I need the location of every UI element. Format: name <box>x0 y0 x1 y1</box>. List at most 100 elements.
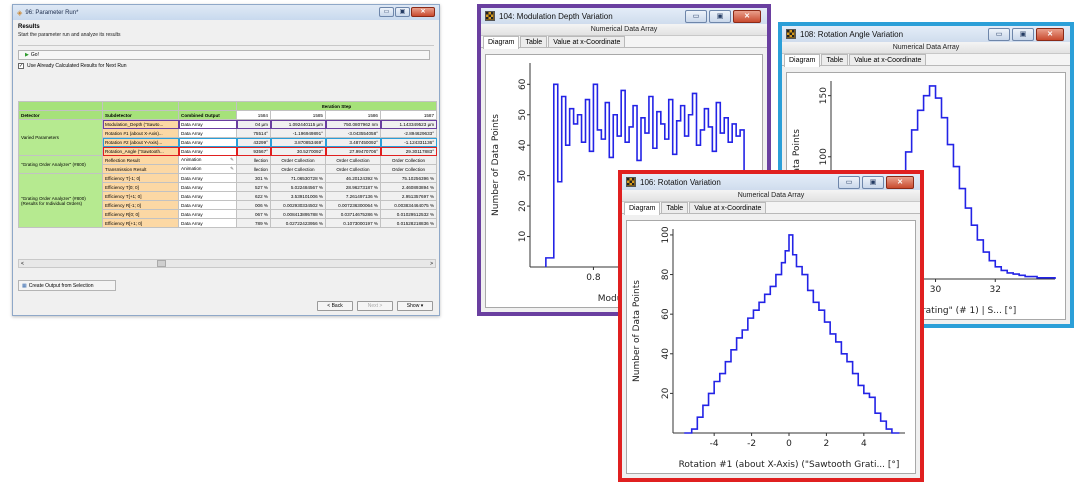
value-cell[interactable]: 622 % <box>236 191 271 201</box>
tab-diagram[interactable]: Diagram <box>483 36 520 49</box>
value-cell[interactable]: -1.124331136° <box>379 137 438 147</box>
combined-output-cell[interactable]: Data Array <box>178 146 237 156</box>
value-cell[interactable]: 3.539101006 % <box>270 191 326 201</box>
value-cell[interactable]: Order Collection <box>379 164 438 174</box>
value-cell[interactable]: 46.20124392 % <box>325 173 381 183</box>
value-cell[interactable]: 301 % <box>236 173 271 183</box>
minimize-button[interactable]: ▭ <box>379 7 394 17</box>
scrollbar-thumb[interactable] <box>157 260 166 267</box>
step-column-header[interactable]: 1585 <box>270 110 326 120</box>
reuse-results-checkbox[interactable]: ✓ <box>18 63 24 69</box>
value-cell[interactable]: 71.06530728 % <box>270 173 326 183</box>
maximize-button[interactable]: ▣ <box>395 7 410 17</box>
subdetector-cell[interactable]: Efficiency T[-1; 0] <box>102 173 179 183</box>
value-cell[interactable]: 0.002930334502 % <box>270 200 326 210</box>
tab-diagram[interactable]: Diagram <box>784 54 821 67</box>
combined-output-cell[interactable]: Data Array <box>178 200 237 210</box>
step-column-header[interactable]: 1584 <box>236 110 271 120</box>
subdetector-cell[interactable]: Rotation #2 (about Y-Axis)... <box>102 137 179 147</box>
subdetector-cell[interactable]: Rotation_Angle ("Sawtooth... <box>102 146 179 156</box>
subdetector-cell[interactable]: Reflection Result <box>102 155 179 165</box>
value-cell[interactable]: 006 % <box>236 200 271 210</box>
combined-output-cell[interactable]: Data Array <box>178 209 237 219</box>
tab-value-at-x[interactable]: Value at x-Coordinate <box>849 54 927 65</box>
value-cell[interactable]: 789 % <box>236 218 271 228</box>
table-row[interactable]: "Grating Order Analyzer" (#800) Reflecti… <box>18 155 438 174</box>
value-cell[interactable]: 75514° <box>236 128 271 138</box>
value-cell[interactable]: 0.007236300064 % <box>325 200 381 210</box>
detector-column-header[interactable]: Detector <box>18 110 103 120</box>
combined-output-cell[interactable]: Data Array <box>178 191 237 201</box>
subdetector-cell[interactable]: Efficiency R[+1; 0] <box>102 218 179 228</box>
value-cell[interactable]: 0.03714675286 % <box>325 209 381 219</box>
combined-output-dropdown[interactable]: Animation ✎ <box>178 164 237 174</box>
combined-output-cell[interactable]: Data Array <box>178 119 237 129</box>
value-cell[interactable]: -1.196949891° <box>270 128 326 138</box>
back-button[interactable]: < Back <box>317 301 353 311</box>
value-cell[interactable]: 1.143349523 µm <box>379 119 438 129</box>
value-cell[interactable]: Order Collection <box>270 155 326 165</box>
value-cell[interactable]: 93567° <box>236 146 271 156</box>
value-cell[interactable]: 30.5270092° <box>270 146 326 156</box>
tab-value-at-x[interactable]: Value at x-Coordinate <box>689 202 767 213</box>
value-cell[interactable]: -2.894629633° <box>379 128 438 138</box>
value-cell[interactable]: 3.487450092° <box>325 137 381 147</box>
value-cell[interactable]: 0.02722423956 % <box>270 218 326 228</box>
value-cell[interactable]: 0.01029512532 % <box>379 209 438 219</box>
maximize-button[interactable]: ▣ <box>709 9 731 23</box>
value-cell[interactable]: 29.30117883° <box>379 146 438 156</box>
step-column-header[interactable]: 1587 <box>379 110 438 120</box>
combined-output-cell[interactable]: Data Array <box>178 218 237 228</box>
rotation-angle-window-titlebar[interactable]: 108: Rotation Angle Variation ▭ ▣ ✕ <box>782 26 1070 42</box>
tab-value-at-x[interactable]: Value at x-Coordinate <box>548 36 626 47</box>
value-cell[interactable]: 527 % <box>236 182 271 192</box>
value-cell[interactable]: 2.460893894 % <box>379 182 438 192</box>
value-cell[interactable]: Order Collection <box>379 155 438 165</box>
tab-table[interactable]: Table <box>661 202 689 213</box>
combined-output-cell[interactable]: Data Array <box>178 182 237 192</box>
value-cell[interactable]: 0.01528218836 % <box>379 218 438 228</box>
value-cell[interactable]: 28.96273187 % <box>325 182 381 192</box>
minimize-button[interactable]: ▭ <box>685 9 707 23</box>
subdetector-column-header[interactable]: Subdetector <box>102 110 179 120</box>
combined-output-dropdown[interactable]: Animation ✎ <box>178 155 237 165</box>
minimize-button[interactable]: ▭ <box>988 27 1010 41</box>
value-cell[interactable]: 04 µm <box>236 119 271 129</box>
value-cell[interactable]: 7.261497136 % <box>325 191 381 201</box>
value-cell[interactable]: 067 % <box>236 209 271 219</box>
subdetector-cell[interactable]: Efficiency T[0; 0] <box>102 182 179 192</box>
go-button[interactable]: ▶ Go! <box>18 50 430 60</box>
scroll-right-arrow-icon[interactable]: > <box>430 261 433 267</box>
show-button[interactable]: Show ▾ <box>397 301 433 311</box>
close-button[interactable]: ✕ <box>411 7 435 17</box>
step-column-header[interactable]: 1586 <box>325 110 381 120</box>
parameter-run-titlebar[interactable]: ◈ 96: Parameter Run* ▭ ▣ ✕ <box>13 5 439 20</box>
tab-table[interactable]: Table <box>821 54 849 65</box>
tab-diagram[interactable]: Diagram <box>624 202 661 215</box>
modulation-window-titlebar[interactable]: 104: Modulation Depth Variation ▭ ▣ ✕ <box>481 8 767 24</box>
value-cell[interactable]: Order Collection <box>270 164 326 174</box>
subdetector-cell[interactable]: Transmission Result <box>102 164 179 174</box>
horizontal-scrollbar[interactable]: < > <box>18 259 436 268</box>
value-cell[interactable]: Order Collection <box>325 164 381 174</box>
combined-output-cell[interactable]: Data Array <box>178 137 237 147</box>
value-cell[interactable]: llection <box>236 164 271 174</box>
table-row[interactable]: Varied Parameters Modulation_Depth ("Saw… <box>18 119 438 156</box>
value-cell[interactable]: 0.008413895788 % <box>270 209 326 219</box>
combined-output-column-header[interactable]: Combined Output <box>178 110 237 120</box>
subdetector-cell[interactable]: Efficiency R[-1; 0] <box>102 200 179 210</box>
value-cell[interactable]: 1.092440115 µm <box>270 119 326 129</box>
value-cell[interactable]: Order Collection <box>325 155 381 165</box>
value-cell[interactable]: llection <box>236 155 271 165</box>
rotation-variation-chart[interactable]: 20 40 60 80 100 -4 -2 0 2 4 Number of Data Points R… <box>627 221 915 473</box>
value-cell[interactable]: -3.043554058° <box>325 128 381 138</box>
value-cell[interactable]: 27.99470706° <box>325 146 381 156</box>
create-output-button[interactable]: ▦ Create Output from Selection <box>18 280 116 291</box>
edit-pencil-icon[interactable]: ✎ <box>230 166 234 172</box>
minimize-button[interactable]: ▭ <box>838 175 860 189</box>
value-cell[interactable]: 75.10256396 % <box>379 173 438 183</box>
close-button[interactable]: ✕ <box>886 175 914 189</box>
tab-table[interactable]: Table <box>520 36 548 47</box>
combined-output-cell[interactable]: Data Array <box>178 173 237 183</box>
reuse-results-option[interactable]: ✓ Use Already Calculated Results for Nex… <box>18 63 434 69</box>
